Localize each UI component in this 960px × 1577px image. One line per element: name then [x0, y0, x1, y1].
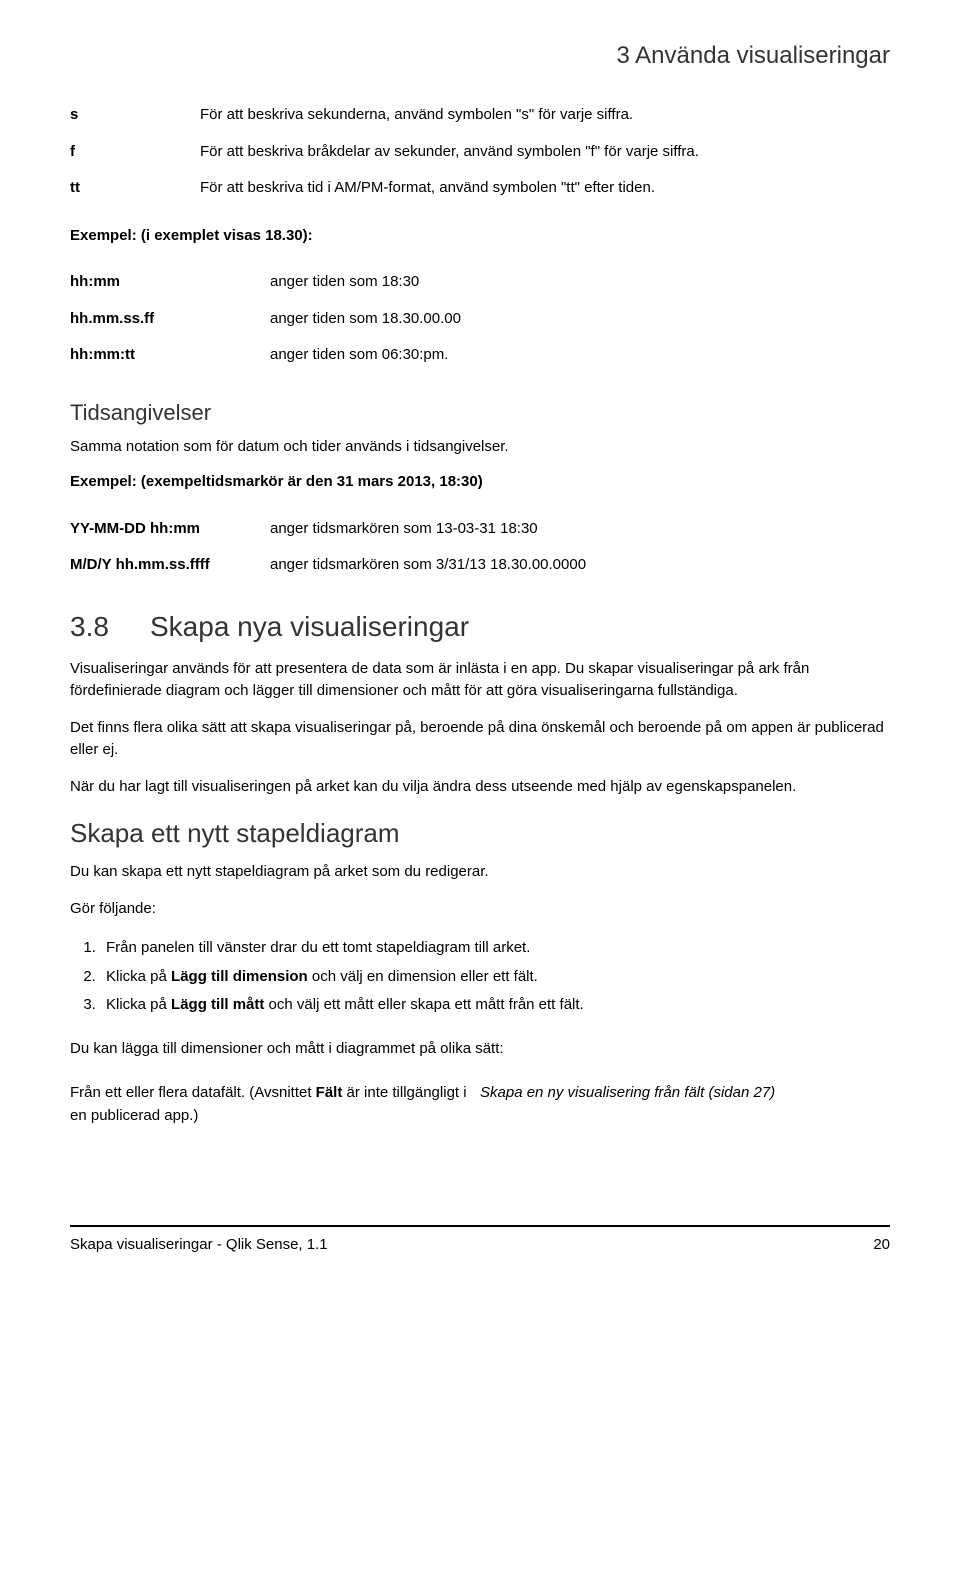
example-1-label: Exempel: (i exemplet visas 18.30):: [70, 226, 890, 246]
step-text-bold: Lägg till dimension: [171, 968, 308, 985]
gor-foljande-label: Gör följande:: [70, 898, 890, 921]
method-right-cell: Skapa en ny visualisering från fält (sid…: [480, 1074, 890, 1135]
symbol-desc: För att beskriva sekunderna, använd symb…: [200, 97, 890, 133]
table-row: YY-MM-DD hh:mm anger tidsmarkören som 13…: [70, 511, 890, 547]
footer-left: Skapa visualiseringar - Qlik Sense, 1.1: [70, 1235, 328, 1255]
section-title: Skapa nya visualiseringar: [150, 611, 469, 642]
footer-page-number: 20: [873, 1235, 890, 1255]
time-key: hh.mm.ss.ff: [70, 301, 270, 337]
step-text-post: och välj ett mått eller skapa ett mått f…: [264, 996, 583, 1013]
time-key: hh:mm: [70, 264, 270, 300]
time-desc: anger tiden som 06:30:pm.: [270, 337, 890, 373]
symbol-desc: För att beskriva bråkdelar av sekunder, …: [200, 134, 890, 170]
stapeldiagram-intro: Du kan skapa ett nytt stapeldiagram på a…: [70, 861, 890, 884]
table-row: s För att beskriva sekunderna, använd sy…: [70, 97, 890, 133]
time-desc: anger tiden som 18:30: [270, 264, 890, 300]
table-row: hh.mm.ss.ff anger tiden som 18.30.00.00: [70, 301, 890, 337]
section-3-8-heading: 3.8Skapa nya visualiseringar: [70, 608, 890, 646]
time-format-table: hh:mm anger tiden som 18:30 hh.mm.ss.ff …: [70, 264, 890, 373]
timestamp-desc: anger tidsmarkören som 3/31/13 18.30.00.…: [270, 547, 890, 583]
symbol-key: s: [70, 97, 200, 133]
steps-list: Från panelen till vänster drar du ett to…: [100, 934, 890, 1020]
timestamp-format-table: YY-MM-DD hh:mm anger tidsmarkören som 13…: [70, 511, 890, 584]
timestamp-key: M/D/Y hh.mm.ss.ffff: [70, 547, 270, 583]
table-row: M/D/Y hh.mm.ss.ffff anger tidsmarkören s…: [70, 547, 890, 583]
method-right-link: Skapa en ny visualisering från fält (sid…: [480, 1084, 775, 1101]
timestamp-key: YY-MM-DD hh:mm: [70, 511, 270, 547]
step-text-post: och välj en dimension eller ett fält.: [308, 968, 538, 985]
time-desc: anger tiden som 18.30.00.00: [270, 301, 890, 337]
table-row: tt För att beskriva tid i AM/PM-format, …: [70, 170, 890, 206]
section-3-8-p3: När du har lagt till visualiseringen på …: [70, 776, 890, 799]
section-3-8-p1: Visualiseringar används för att presente…: [70, 658, 890, 703]
example-2-label: Exempel: (exempeltidsmarkör är den 31 ma…: [70, 472, 890, 492]
time-key: hh:mm:tt: [70, 337, 270, 373]
symbol-key: tt: [70, 170, 200, 206]
after-steps-text: Du kan lägga till dimensioner och mått i…: [70, 1038, 890, 1061]
timestamp-desc: anger tidsmarkören som 13-03-31 18:30: [270, 511, 890, 547]
methods-table: Från ett eller flera datafält. (Avsnitte…: [70, 1074, 890, 1135]
step-text-pre: Klicka på: [106, 968, 171, 985]
tidsangivelser-body: Samma notation som för datum och tider a…: [70, 436, 890, 459]
stapeldiagram-heading: Skapa ett nytt stapeldiagram: [70, 816, 890, 851]
method-left-bold: Fält: [316, 1084, 343, 1101]
tidsangivelser-heading: Tidsangivelser: [70, 398, 890, 428]
symbol-definitions-table: s För att beskriva sekunderna, använd sy…: [70, 97, 890, 206]
section-3-8-p2: Det finns flera olika sätt att skapa vis…: [70, 717, 890, 762]
list-item: Klicka på Lägg till dimension och välj e…: [100, 963, 890, 992]
table-row: hh:mm anger tiden som 18:30: [70, 264, 890, 300]
page-header-title: 3 Använda visualiseringar: [70, 40, 890, 72]
symbol-desc: För att beskriva tid i AM/PM-format, anv…: [200, 170, 890, 206]
symbol-key: f: [70, 134, 200, 170]
table-row: Från ett eller flera datafält. (Avsnitte…: [70, 1074, 890, 1135]
list-item: Från panelen till vänster drar du ett to…: [100, 934, 890, 963]
method-left-cell: Från ett eller flera datafält. (Avsnitte…: [70, 1074, 480, 1135]
step-text: Från panelen till vänster drar du ett to…: [106, 939, 530, 956]
page-footer: Skapa visualiseringar - Qlik Sense, 1.1 …: [70, 1225, 890, 1255]
table-row: hh:mm:tt anger tiden som 06:30:pm.: [70, 337, 890, 373]
step-text-pre: Klicka på: [106, 996, 171, 1013]
method-left-a: Från ett eller flera datafält. (Avsnitte…: [70, 1084, 316, 1101]
step-text-bold: Lägg till mått: [171, 996, 264, 1013]
table-row: f För att beskriva bråkdelar av sekunder…: [70, 134, 890, 170]
list-item: Klicka på Lägg till mått och välj ett må…: [100, 991, 890, 1020]
section-number: 3.8: [70, 608, 150, 646]
